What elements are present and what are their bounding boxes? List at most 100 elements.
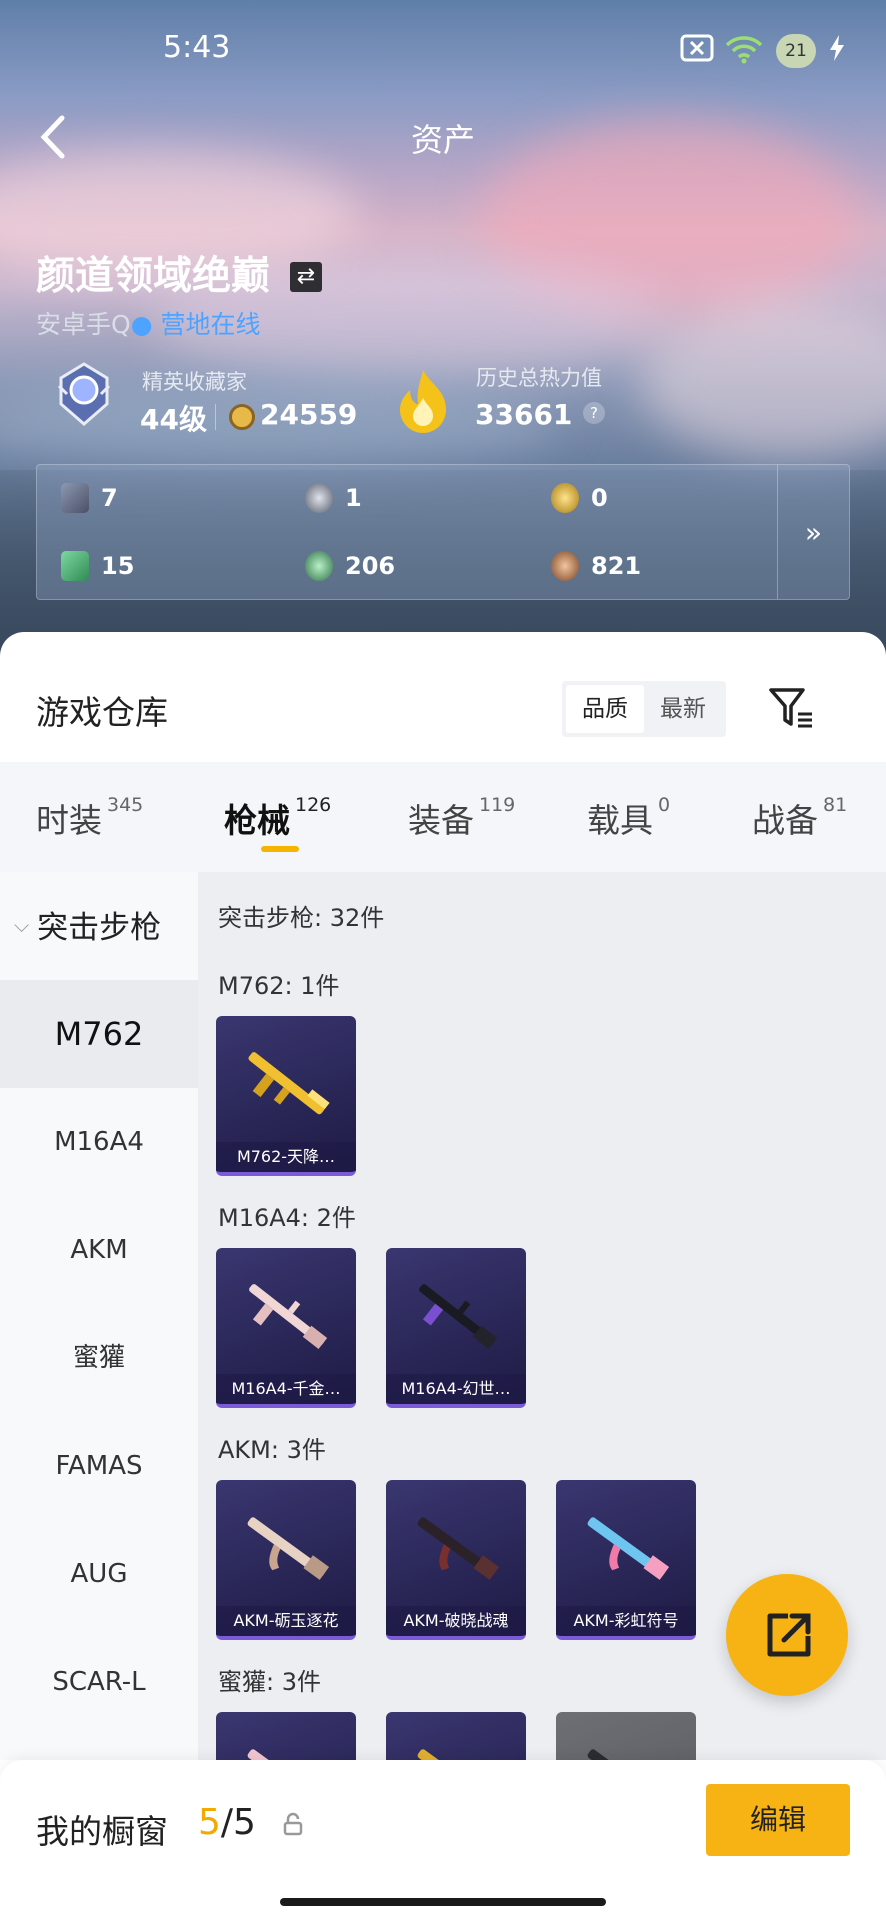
weapon-card[interactable] (386, 1712, 526, 1760)
category-assault-rifle[interactable]: ⌵ 突击步枪 (14, 902, 161, 947)
page-title: 资产 (410, 121, 475, 159)
weapon-card[interactable]: M762-天降… (216, 1016, 356, 1176)
status-time: 5:43 (163, 30, 231, 65)
sort-latest-button[interactable]: 最新 (644, 685, 722, 733)
rifle-icon (419, 1284, 498, 1350)
tab-count: 345 (107, 794, 144, 816)
tab-firearms[interactable]: 枪械 126 (224, 794, 331, 842)
green-orb-icon (305, 551, 333, 581)
rank-title: 精英收藏家 (142, 370, 247, 394)
weapon-card-label: M16A4-千金… (216, 1374, 356, 1404)
rifle-icon (249, 1284, 328, 1350)
weapon-card-label: M762-天降… (216, 1142, 356, 1172)
category-tabs: 时装 345 枪械 126 装备 119 载具 0 战备 81 (0, 762, 886, 872)
rifle-icon (247, 1517, 330, 1580)
tab-label: 战备 (752, 801, 818, 840)
lock-icon (283, 1812, 303, 1836)
weapon-card[interactable]: AKM-砺玉逐花 (216, 1480, 356, 1640)
status-bar: 5:43 21 (0, 30, 886, 70)
category-summary: 突击步枪: 32件 (218, 904, 385, 932)
coin-icon (229, 404, 255, 430)
tab-label: 装备 (408, 801, 474, 840)
rifle-icon (417, 1517, 500, 1580)
weapon-card[interactable]: M16A4-幻世… (386, 1248, 526, 1408)
stat-item: 7 (61, 483, 118, 513)
tab-label: 时装 (36, 801, 102, 840)
stat-item: 206 (305, 551, 395, 581)
stat-item: 821 (551, 551, 641, 581)
rifle-icon (247, 1749, 326, 1760)
warehouse-title: 游戏仓库 (36, 693, 168, 732)
player-subtitle: 安卓手Q● 营地在线 (36, 305, 260, 341)
group-title: M16A4: 2件 (218, 1204, 356, 1232)
edit-button[interactable]: 编辑 (706, 1784, 850, 1856)
sidebar-item-scar-l[interactable]: SCAR-L (0, 1628, 198, 1736)
gold-token-icon (551, 483, 579, 513)
player-name: 颜道领域绝巅 (36, 254, 271, 299)
sidebar-item-honey-badger[interactable]: 蜜獾 (0, 1304, 198, 1412)
asset-stats-panel[interactable]: 7 1 0 15 206 821 » (36, 464, 850, 600)
showcase-total: /5 (220, 1802, 256, 1843)
weapon-card-label: M16A4-幻世… (386, 1374, 526, 1404)
tab-supplies[interactable]: 战备 81 (752, 794, 847, 842)
heat-help-icon[interactable]: ? (583, 402, 605, 424)
battery-indicator: 21 (776, 34, 816, 68)
heat-value: 33661 (475, 398, 573, 431)
wifi-icon (725, 36, 763, 64)
rifle-icon (248, 1052, 330, 1115)
home-indicator[interactable] (280, 1898, 606, 1906)
coin-balance: 24559 (260, 398, 358, 431)
weapon-card[interactable]: AKM-破晓战魂 (386, 1480, 526, 1640)
switch-account-icon[interactable]: ⇄ (290, 262, 322, 292)
heat-label: 历史总热力值 (476, 366, 602, 390)
sidebar-item-famas[interactable]: FAMAS (0, 1412, 198, 1520)
sort-toggle: 品质 最新 (562, 681, 726, 737)
sidebar-item-aug[interactable]: AUG (0, 1520, 198, 1628)
weapon-card-label: AKM-砺玉逐花 (216, 1606, 356, 1636)
tab-count: 0 (658, 794, 671, 816)
sort-quality-button[interactable]: 品质 (566, 685, 644, 733)
stat-value: 0 (591, 484, 608, 512)
sidebar-item-m16a4[interactable]: M16A4 (0, 1088, 198, 1196)
group-title: AKM: 3件 (218, 1436, 326, 1464)
tab-count: 126 (295, 794, 332, 816)
weapon-card[interactable] (216, 1712, 356, 1760)
charging-icon (830, 35, 844, 61)
more-stats-icon[interactable]: » (777, 465, 849, 599)
stat-value: 1 (345, 484, 362, 512)
showcase-count: 5/5 (198, 1802, 256, 1843)
chevron-down-icon: ⌵ (14, 912, 30, 937)
sidebar-item-akm[interactable]: AKM (0, 1196, 198, 1304)
tab-count: 119 (479, 794, 516, 816)
weapon-sidebar: ⌵ 突击步枪 M762 M16A4 AKM 蜜獾 FAMAS AUG SCAR-L (0, 872, 198, 1760)
share-icon (767, 1613, 811, 1657)
weapon-card[interactable] (556, 1712, 696, 1760)
rifle-icon (587, 1517, 670, 1580)
weapon-card[interactable]: M16A4-千金… (216, 1248, 356, 1408)
tab-vehicles[interactable]: 载具 0 (587, 794, 670, 842)
tab-label: 枪械 (224, 801, 290, 840)
rifle-icon (587, 1749, 666, 1760)
showcase-current: 5 (198, 1802, 221, 1843)
player-level: 44级 (140, 403, 207, 436)
weapon-card[interactable]: AKM-彩虹符号 (556, 1480, 696, 1640)
tab-label: 载具 (587, 801, 653, 840)
bronze-orb-icon (551, 551, 579, 581)
online-status-label: 营地在线 (160, 310, 261, 339)
divider (215, 404, 216, 430)
share-button[interactable] (726, 1574, 848, 1696)
online-status: ● 营地在线 (130, 310, 261, 339)
weapon-card-label: AKM-破晓战魂 (386, 1606, 526, 1636)
tab-fashion[interactable]: 时装 345 (36, 794, 143, 842)
showcase-label: 我的橱窗 (36, 1812, 168, 1851)
card-icon (61, 483, 89, 513)
rifle-icon (417, 1749, 496, 1760)
group-title: M762: 1件 (218, 972, 340, 1000)
flame-icon (400, 370, 446, 433)
filter-icon[interactable] (768, 686, 814, 730)
silver-medal-icon (305, 483, 333, 513)
stat-value: 7 (101, 484, 118, 512)
sidebar-item-m762[interactable]: M762 (0, 980, 198, 1088)
green-card-icon (61, 551, 89, 581)
tab-equipment[interactable]: 装备 119 (408, 794, 515, 842)
